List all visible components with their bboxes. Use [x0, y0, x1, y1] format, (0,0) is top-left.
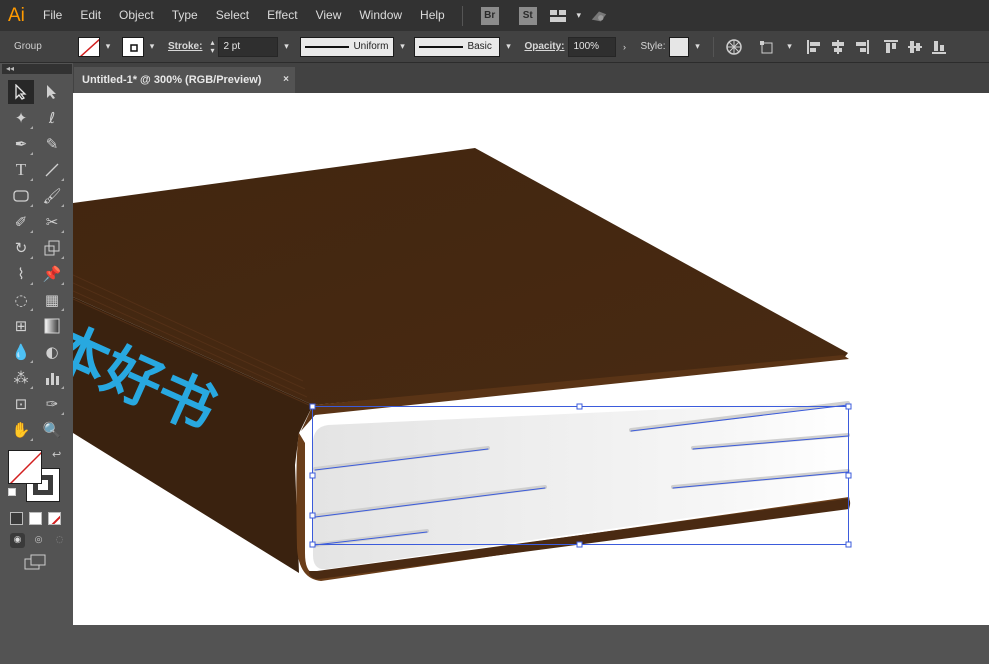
style-chevron-icon[interactable]: ▾	[689, 37, 705, 57]
width-tool-icon[interactable]: ⌇	[8, 262, 34, 286]
app-logo: Ai	[8, 5, 25, 26]
menu-object[interactable]: Object	[110, 0, 163, 31]
chevron-down-icon[interactable]: ▾	[571, 6, 587, 26]
draw-inside-icon[interactable]: ◌	[52, 533, 67, 548]
variable-width-profile-select[interactable]: Uniform	[300, 36, 395, 57]
gpu-performance-icon[interactable]	[590, 7, 608, 25]
zoom-tool-icon[interactable]: 🔍	[39, 418, 65, 442]
menu-bar: Ai File Edit Object Type Select Effect V…	[0, 0, 989, 31]
menu-window[interactable]: Window	[350, 0, 411, 31]
direct-selection-tool-icon[interactable]	[39, 80, 65, 104]
blend-tool-icon[interactable]: ◐	[39, 340, 65, 364]
fill-swatch[interactable]	[78, 36, 100, 57]
toolbox-collapse-button[interactable]: ◂◂	[2, 64, 72, 74]
document-tab-title: Untitled-1* @ 300% (RGB/Preview)	[82, 74, 262, 86]
menu-help[interactable]: Help	[411, 0, 454, 31]
profile-line-preview	[305, 45, 350, 48]
brush-chevron-icon[interactable]: ▾	[500, 37, 516, 57]
menu-select[interactable]: Select	[207, 0, 258, 31]
menu-effect[interactable]: Effect	[258, 0, 306, 31]
align-horizontal-center-icon[interactable]	[829, 38, 847, 56]
magic-wand-tool-icon[interactable]: ✦	[8, 106, 34, 130]
stroke-weight-input[interactable]: 2 pt	[218, 36, 279, 57]
opacity-input[interactable]: 100%	[568, 36, 617, 57]
opacity-label[interactable]: Opacity:	[524, 41, 564, 52]
fill-indicator[interactable]	[8, 450, 42, 484]
align-vertical-center-icon[interactable]	[906, 38, 924, 56]
fill-stroke-widget: ↩	[2, 448, 72, 518]
line-segment-tool-icon[interactable]	[39, 158, 65, 182]
brush-line-preview	[419, 45, 464, 48]
align-top-icon[interactable]	[882, 38, 900, 56]
hand-tool-icon[interactable]: ✋	[8, 418, 34, 442]
menu-edit[interactable]: Edit	[71, 0, 110, 31]
eyedropper-tool-icon[interactable]: 💧	[8, 340, 34, 364]
transform-icon[interactable]	[760, 38, 778, 56]
tools-panel: ◂◂ ✦ ℓ ✒ ✎ T 🖌 ✐ ✂ ↻ ⌇ 📌 ◌ ▦ ⊞ 💧 ◐ ⁂ ⊡ ✑…	[0, 63, 73, 664]
symbol-sprayer-tool-icon[interactable]: ⁂	[8, 366, 34, 390]
lasso-tool-icon[interactable]: ℓ	[39, 106, 65, 130]
stroke-stepper[interactable]: ▴ ▾	[206, 37, 218, 57]
stroke-dropdown-chevron-icon[interactable]: ▾	[144, 37, 160, 57]
menu-type[interactable]: Type	[163, 0, 207, 31]
screen-mode-icon	[24, 554, 46, 570]
menu-file[interactable]: File	[34, 0, 71, 31]
brush-label: Basic	[467, 41, 492, 52]
profile-label: Uniform	[353, 41, 389, 52]
align-bottom-icon[interactable]	[930, 38, 948, 56]
graphic-style-swatch[interactable]	[669, 36, 690, 57]
column-graph-tool-icon[interactable]	[39, 366, 65, 390]
draw-normal-icon[interactable]: ◉	[10, 533, 25, 548]
control-bar: Group ▾ ▾ Stroke: ▴ ▾ 2 pt ▾ Uniform ▾ Ba…	[0, 31, 989, 63]
stroke-weight-chevron-icon[interactable]: ▾	[278, 37, 294, 57]
menu-separator	[461, 5, 463, 26]
scissors-tool-icon[interactable]: ✂	[39, 210, 65, 234]
align-left-icon[interactable]	[805, 38, 823, 56]
arrange-documents-icon[interactable]	[549, 7, 568, 25]
screen-mode-button[interactable]	[2, 554, 72, 574]
paintbrush-tool-icon[interactable]: 🖌	[39, 184, 65, 208]
artboard-canvas[interactable]: 本好书	[73, 93, 989, 625]
selection-type-label: Group	[14, 41, 42, 52]
brush-definition-select[interactable]: Basic	[414, 36, 501, 57]
document-tab-bar: Untitled-1* @ 300% (RGB/Preview) ×	[73, 63, 989, 93]
recolor-artwork-icon[interactable]	[725, 38, 743, 56]
draw-behind-icon[interactable]: ◎	[31, 533, 46, 548]
stock-app-button[interactable]: St	[518, 6, 537, 25]
mesh-tool-icon[interactable]: ⊞	[8, 314, 34, 338]
puppet-warp-tool-icon[interactable]: 📌	[39, 262, 65, 286]
gradient-tool-icon[interactable]	[39, 314, 65, 338]
style-label: Style:	[640, 41, 666, 52]
shape-builder-tool-icon[interactable]: ◌	[8, 288, 34, 312]
slice-tool-icon[interactable]: ✑	[39, 392, 65, 416]
drawing-modes: ◉ ◎ ◌	[2, 533, 72, 548]
stroke-label[interactable]: Stroke:	[168, 41, 202, 52]
rotate-tool-icon[interactable]: ↻	[8, 236, 34, 260]
shaper-tool-icon[interactable]: ✐	[8, 210, 34, 234]
close-tab-icon[interactable]: ×	[283, 67, 289, 93]
artboard-tool-icon[interactable]: ⊡	[8, 392, 34, 416]
fill-dropdown-chevron-icon[interactable]: ▾	[100, 37, 116, 57]
toolbox: ◂◂ ✦ ℓ ✒ ✎ T 🖌 ✐ ✂ ↻ ⌇ 📌 ◌ ▦ ⊞ 💧 ◐ ⁂ ⊡ ✑…	[2, 64, 72, 664]
transform-chevron-icon[interactable]: ▾	[781, 37, 797, 57]
align-right-icon[interactable]	[853, 38, 871, 56]
perspective-grid-tool-icon[interactable]: ▦	[39, 288, 65, 312]
opacity-chevron-icon[interactable]: ›	[616, 37, 632, 57]
stroke-swatch[interactable]	[122, 36, 144, 57]
curvature-tool-icon[interactable]: ✎	[39, 132, 65, 156]
rectangle-tool-icon[interactable]	[8, 184, 34, 208]
bridge-app-button[interactable]: Br	[480, 6, 499, 25]
swap-fill-stroke-icon[interactable]: ↩	[52, 448, 61, 461]
default-fill-stroke-icon[interactable]	[8, 488, 16, 496]
control-separator	[713, 36, 715, 57]
menu-view[interactable]: View	[307, 0, 351, 31]
profile-chevron-icon[interactable]: ▾	[394, 37, 410, 57]
pen-tool-icon[interactable]: ✒	[8, 132, 34, 156]
scale-tool-icon[interactable]	[39, 236, 65, 260]
document-tab[interactable]: Untitled-1* @ 300% (RGB/Preview) ×	[74, 67, 295, 93]
type-tool-icon[interactable]: T	[8, 158, 34, 182]
book-artwork: 本好书	[73, 148, 852, 581]
selection-tool-icon[interactable]	[8, 80, 34, 104]
